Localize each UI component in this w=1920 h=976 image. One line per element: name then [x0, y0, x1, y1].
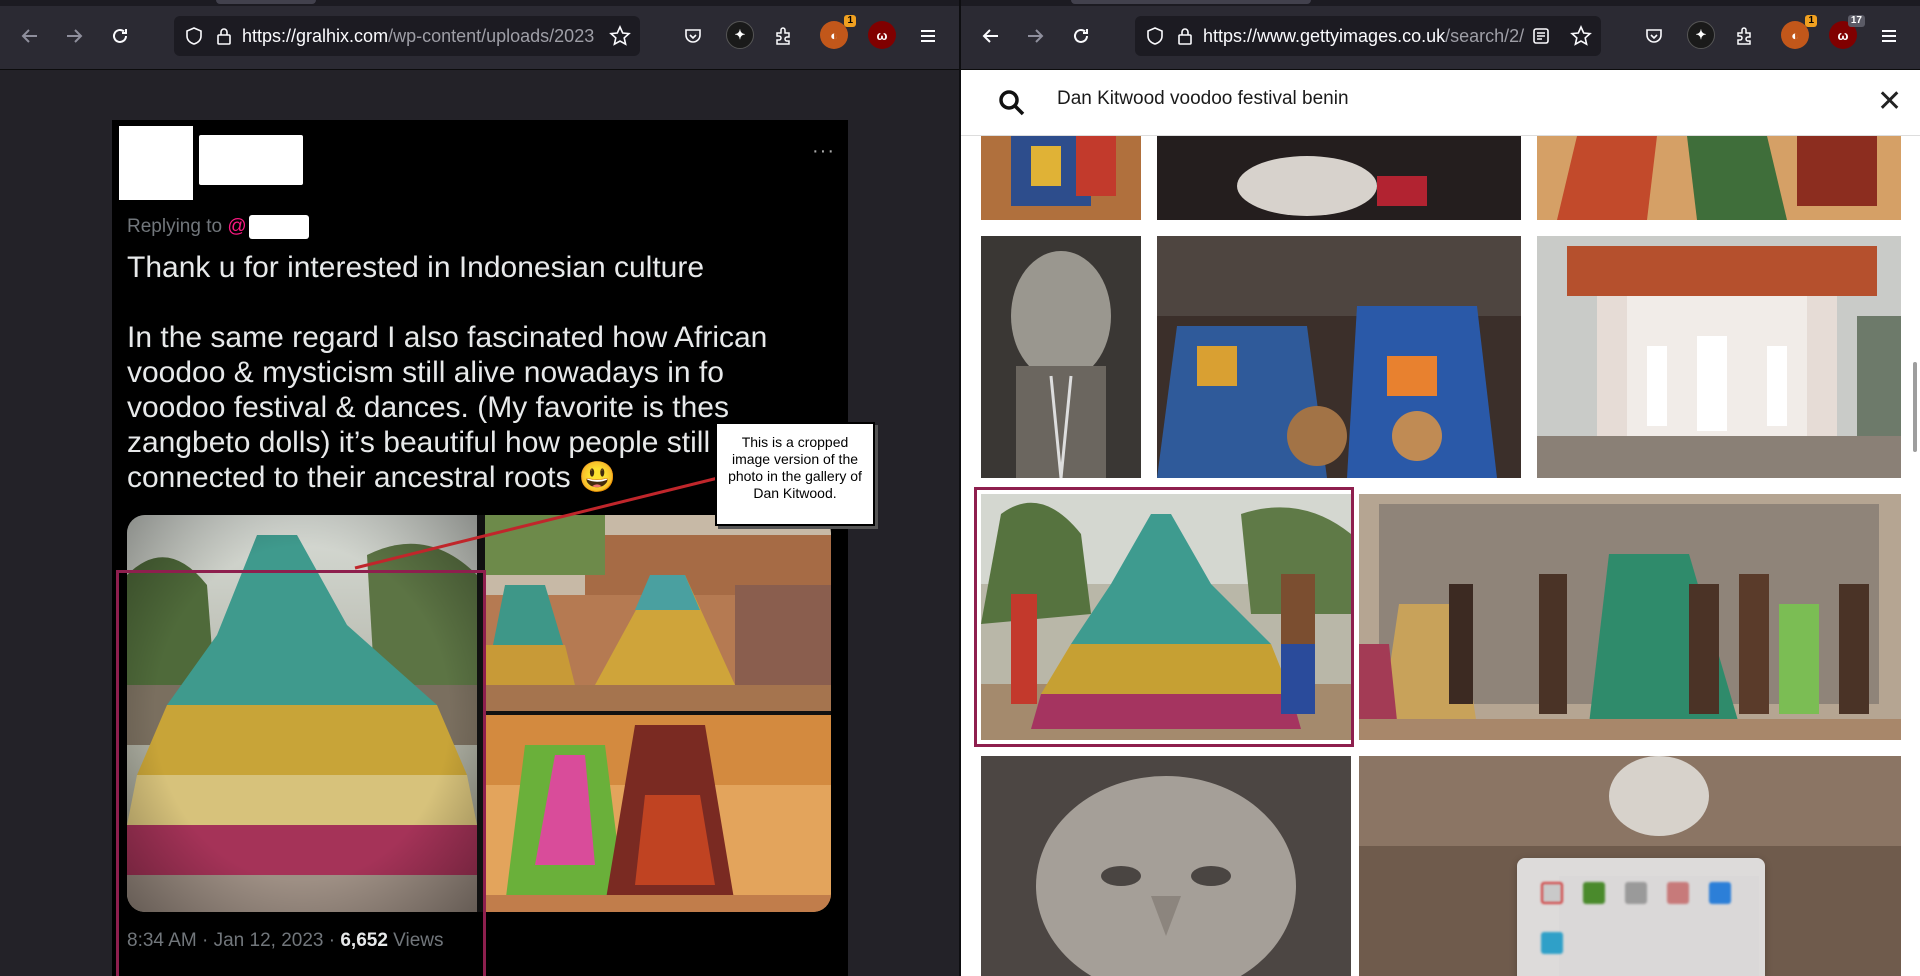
tweet-meta: 8:34 AM · Jan 12, 2023 · 6,652 Views [127, 930, 444, 952]
url-path: /search/2/ [1445, 25, 1525, 46]
avatar-redacted [119, 126, 193, 200]
result-image-group-photo[interactable] [1359, 494, 1901, 740]
result-image-1[interactable] [981, 136, 1141, 220]
extension-dark-icon[interactable]: ✦ [726, 21, 754, 49]
forward-icon[interactable] [58, 20, 90, 52]
pocket-icon[interactable] [677, 20, 709, 52]
reload-icon[interactable] [1065, 20, 1097, 52]
result-image-4[interactable] [981, 236, 1141, 478]
left-page-content: ··· Replying to @ Thank u for interested… [0, 70, 959, 976]
highlight-box-matching-photo [974, 487, 1354, 747]
tweet-photo-egungun[interactable] [485, 715, 831, 912]
reload-icon[interactable] [104, 20, 136, 52]
shield-icon[interactable] [1145, 26, 1165, 46]
extension-badge: 1 [844, 15, 856, 27]
right-browser-window: https://www.gettyimages.co.uk/search/2/ … [961, 0, 1920, 976]
hamburger-menu-icon[interactable] [912, 20, 944, 52]
url-text: https://gralhix.com/wp-content/uploads/2… [242, 26, 594, 47]
ublock-icon[interactable]: ω [868, 21, 896, 49]
reader-view-icon[interactable] [1525, 20, 1557, 52]
tab-strip [0, 0, 959, 6]
result-image-face-closeup[interactable] [981, 756, 1351, 976]
extension-dark-icon[interactable]: ✦ [1687, 21, 1715, 49]
search-icon[interactable] [997, 88, 1027, 118]
views-count: 6,652 [340, 930, 388, 951]
image-results-grid [961, 136, 1920, 976]
right-toolbar: https://www.gettyimages.co.uk/search/2/ … [961, 0, 1920, 70]
bookmark-star-icon[interactable] [1565, 20, 1597, 52]
callout-connector-line [354, 476, 719, 570]
app-icon-6[interactable] [1541, 932, 1563, 954]
app-icon-3[interactable] [1625, 882, 1647, 904]
hamburger-menu-icon[interactable] [1873, 20, 1905, 52]
blurred-taskbar-popup [1517, 858, 1765, 976]
app-icon-2[interactable] [1583, 882, 1605, 904]
back-icon[interactable] [975, 20, 1007, 52]
url-bar[interactable]: https://gralhix.com/wp-content/uploads/2… [174, 16, 640, 56]
shield-icon[interactable] [184, 26, 204, 46]
replying-to: Replying to @ [127, 215, 309, 239]
replying-handle[interactable]: @ [227, 216, 246, 237]
forward-icon[interactable] [1019, 20, 1051, 52]
extension-badge: 1 [1805, 15, 1817, 27]
back-icon[interactable] [14, 20, 46, 52]
tab-active[interactable] [216, 0, 316, 4]
tweet-timestamp[interactable]: 8:34 AM · Jan 12, 2023 · [127, 930, 340, 951]
app-icon-1[interactable] [1541, 882, 1563, 904]
result-image-6[interactable] [1537, 236, 1901, 478]
ublock-badge: 17 [1847, 15, 1865, 27]
extensions-puzzle-icon[interactable] [768, 20, 800, 52]
url-path: /wp-content/uploads/2023 [388, 25, 595, 46]
more-options-icon[interactable]: ··· [812, 140, 835, 163]
url-host: https://www.gettyimages.co.uk [1203, 25, 1446, 46]
extension-orange-icon[interactable]: ◐ 1 [820, 15, 856, 49]
left-browser-window: https://gralhix.com/wp-content/uploads/2… [0, 0, 959, 976]
pocket-icon[interactable] [1638, 20, 1670, 52]
views-label: Views [387, 930, 444, 951]
app-icon-4[interactable] [1667, 882, 1689, 904]
replying-label: Replying to [127, 216, 228, 238]
url-text: https://www.gettyimages.co.uk/search/2/ [1203, 26, 1533, 47]
search-input[interactable]: Dan Kitwood voodoo festival benin [1057, 88, 1349, 110]
result-image-2[interactable] [1157, 136, 1521, 220]
close-icon[interactable]: ✕ [1877, 84, 1902, 119]
app-icon-5[interactable] [1709, 882, 1731, 904]
page-scrollbar[interactable] [1913, 362, 1917, 452]
bookmark-star-icon[interactable] [604, 20, 636, 52]
lock-icon[interactable] [214, 26, 234, 46]
annotation-callout: This is a cropped image version of the p… [715, 422, 875, 526]
username-redacted [199, 135, 303, 185]
extensions-puzzle-icon[interactable] [1729, 20, 1761, 52]
handle-redacted [248, 215, 309, 239]
result-image-5[interactable] [1157, 236, 1521, 478]
search-bar[interactable]: Dan Kitwood voodoo festival benin ✕ [961, 70, 1920, 136]
ublock-icon[interactable]: ω 17 [1829, 15, 1865, 49]
left-toolbar: https://gralhix.com/wp-content/uploads/2… [0, 0, 959, 70]
lock-icon[interactable] [1175, 26, 1195, 46]
result-image-3[interactable] [1537, 136, 1901, 220]
tab-active[interactable] [1071, 0, 1311, 4]
extension-orange-icon[interactable]: ◐ 1 [1781, 15, 1817, 49]
url-host: https://gralhix.com [242, 25, 389, 46]
